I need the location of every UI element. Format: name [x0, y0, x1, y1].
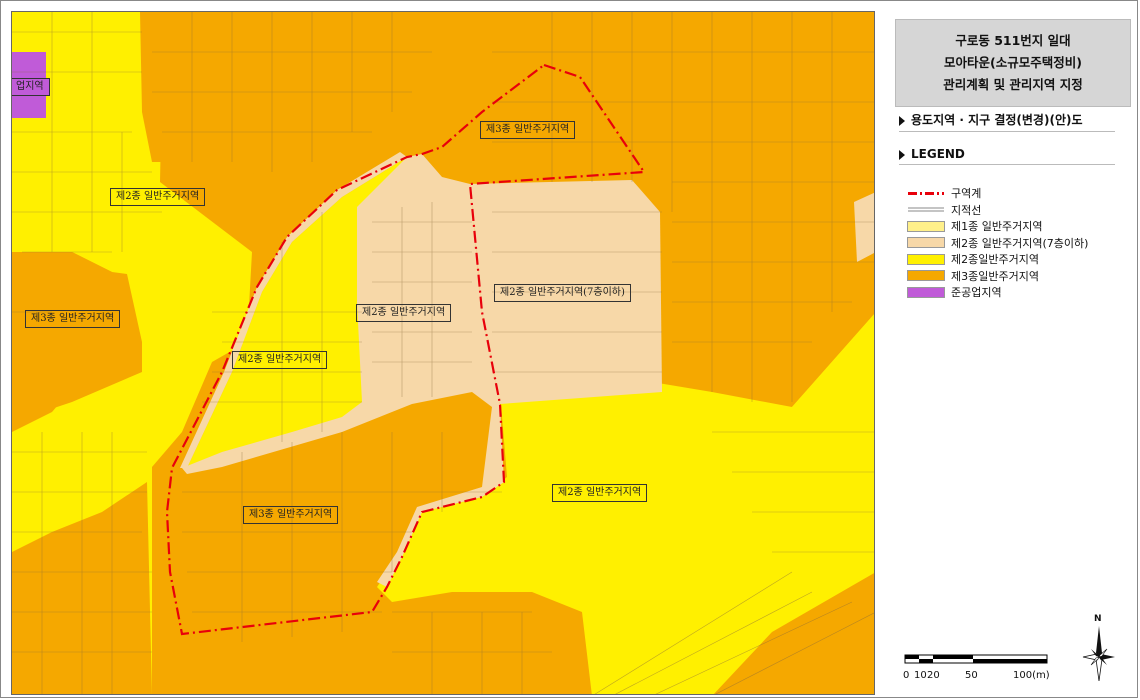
info-panel: 구로동 511번지 일대 모아타운(소규모주택정비) 관리계획 및 관리지역 지… [881, 11, 1135, 695]
legend-item-cadastral: 지적선 [907, 202, 1127, 218]
zone-label-res2-west: 제2종 일반주거지역 [232, 351, 328, 369]
zone-label-res2-northwest: 제2종 일반주거지역 [110, 188, 206, 206]
legend-label: 제3종일반주거지역 [951, 269, 1039, 283]
zone-label-res3-south: 제3종 일반주거지역 [243, 506, 339, 524]
zone-label-res2-south: 제2종 일반주거지역 [552, 484, 648, 502]
legend-label: 지적선 [951, 203, 982, 217]
scale-tick-100: 100(m) [1013, 670, 1050, 681]
scale-tick-50: 50 [965, 670, 978, 681]
title-line-2: 모아타운(소규모주택정비) [944, 55, 1082, 70]
res1-swatch [907, 220, 945, 232]
legend-item-res2: 제2종일반주거지역 [907, 251, 1127, 267]
legend: 구역계 지적선 제1종 일반주거지역 제2종 일반주거지역(7층이하) 제2종일… [907, 185, 1127, 301]
north-label: N [1094, 614, 1102, 624]
scale-tick-20: 20 [927, 670, 940, 681]
boundary-swatch [908, 191, 944, 195]
zone-res2-7floor-east [854, 192, 874, 262]
title-box: 구로동 511번지 일대 모아타운(소규모주택정비) 관리계획 및 관리지역 지… [895, 19, 1131, 107]
legend-label: 준공업지역 [951, 286, 1002, 299]
res2-swatch [907, 253, 945, 265]
legend-label: 제2종 일반주거지역(7층이하) [951, 236, 1089, 250]
legend-item-res1: 제1종 일반주거지역 [907, 218, 1127, 234]
legend-item-res3: 제3종일반주거지역 [907, 268, 1127, 284]
zoning-map[interactable]: 업지역 제2종 일반주거지역 제3종 일반주거지역 제3종 일반주거지역 제2종… [11, 11, 875, 695]
section-legend-text: LEGEND [911, 147, 965, 161]
triangle-icon [899, 115, 905, 126]
title-line-1: 구로동 511번지 일대 [955, 33, 1071, 48]
triangle-icon [899, 149, 905, 160]
legend-item-res2-7floor: 제2종 일반주거지역(7층이하) [907, 235, 1127, 251]
map-sheet: 업지역 제2종 일반주거지역 제3종 일반주거지역 제3종 일반주거지역 제2종… [0, 0, 1138, 698]
res2-7floor-swatch [907, 237, 945, 248]
zone-label-res2-inner: 제2종 일반주거지역 [356, 304, 452, 322]
legend-label: 구역계 [951, 187, 982, 200]
zone-label-industrial: 업지역 [12, 78, 50, 96]
section-legend-heading: LEGEND [899, 147, 1115, 165]
section-map-text: 용도지역 · 지구 결정(변경)(안)도 [911, 113, 1083, 127]
industrial-swatch [907, 286, 945, 298]
res3-swatch [907, 270, 945, 281]
legend-label: 제1종 일반주거지역 [951, 220, 1043, 233]
zoning-map-canvas [12, 12, 874, 694]
north-arrow-icon: N [1082, 614, 1115, 681]
cadastral-swatch [908, 207, 944, 212]
legend-item-industrial: 준공업지역 [907, 284, 1127, 300]
section-map-heading: 용도지역 · 지구 결정(변경)(안)도 [899, 111, 1115, 132]
legend-label: 제2종일반주거지역 [951, 253, 1039, 266]
scale-tick-0: 0 [903, 670, 909, 681]
scale-bar: 0 10 20 50 100(m) [903, 654, 1050, 681]
zone-label-res3-north: 제3종 일반주거지역 [480, 121, 576, 139]
scale-tick-10: 10 [914, 670, 927, 681]
zone-label-res3-west: 제3종 일반주거지역 [25, 310, 121, 328]
title-line-3: 관리계획 및 관리지역 지정 [943, 77, 1083, 92]
zone-label-res2-7floor: 제2종 일반주거지역(7층이하) [494, 284, 631, 302]
legend-item-boundary: 구역계 [907, 185, 1127, 201]
